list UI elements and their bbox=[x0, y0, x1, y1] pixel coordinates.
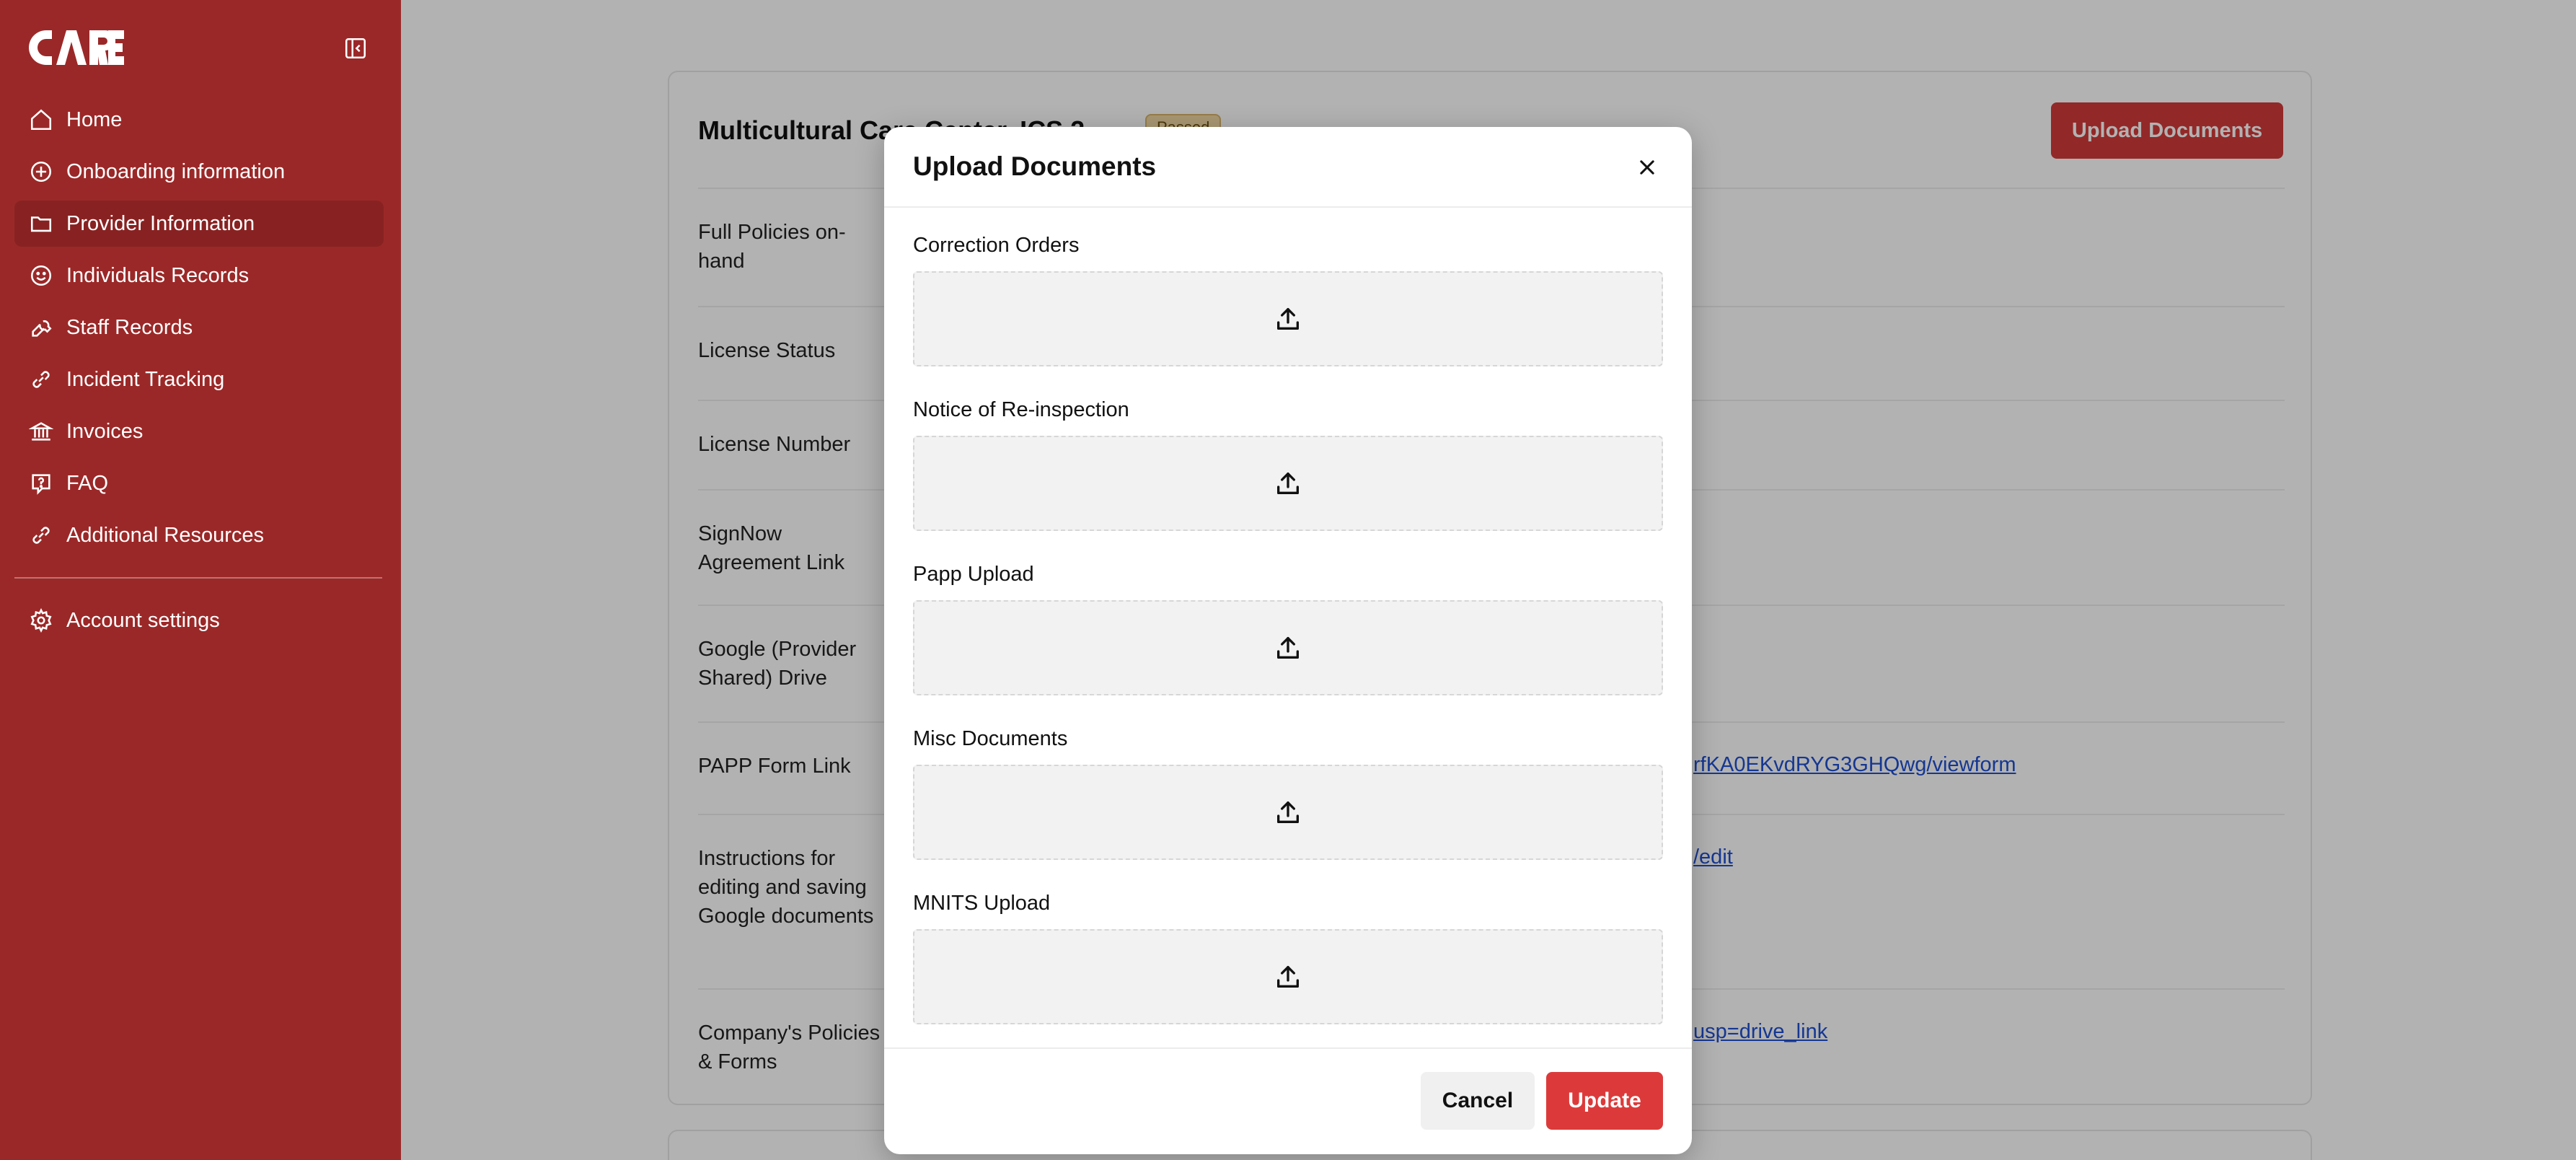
sidebar-item-label: Provider Information bbox=[66, 211, 255, 235]
modal-close-button[interactable] bbox=[1633, 153, 1662, 182]
cancel-button[interactable]: Cancel bbox=[1421, 1072, 1535, 1130]
upload-icon bbox=[1277, 637, 1299, 659]
sidebar-item-label: Individuals Records bbox=[66, 263, 250, 287]
upload-icon bbox=[1277, 473, 1299, 494]
upload-icon bbox=[1277, 801, 1299, 823]
field-label-notice-of-reinspection: Notice of Re-inspection bbox=[913, 398, 1129, 421]
home-icon bbox=[27, 106, 55, 133]
field-label-papp-upload: Papp Upload bbox=[913, 563, 1034, 586]
link-icon bbox=[27, 366, 55, 393]
sidebar-collapse-button[interactable] bbox=[342, 35, 369, 62]
sidebar-item-additional-resources[interactable]: Additional Resources bbox=[14, 512, 384, 558]
sidebar-divider bbox=[14, 577, 382, 579]
upload-documents-modal: Upload Documents Correction Orders Notic… bbox=[884, 127, 1692, 1154]
dropzone-correction-orders[interactable] bbox=[913, 271, 1663, 366]
modal-footer: Cancel Update bbox=[884, 1047, 1692, 1154]
sidebar-item-provider-information[interactable]: Provider Information bbox=[14, 201, 384, 247]
modal-title: Upload Documents bbox=[913, 151, 1157, 181]
wrench-icon bbox=[27, 314, 55, 341]
close-icon bbox=[1640, 160, 1654, 175]
sidebar-item-label: Incident Tracking bbox=[66, 367, 225, 391]
sidebar-item-staff-records[interactable]: Staff Records bbox=[14, 304, 384, 351]
upload-icon bbox=[1277, 308, 1299, 330]
sidebar-item-label: Additional Resources bbox=[66, 523, 265, 547]
smile-icon bbox=[27, 262, 55, 289]
care-logo[interactable] bbox=[27, 27, 124, 68]
sidebar-item-individuals-records[interactable]: Individuals Records bbox=[14, 252, 384, 299]
modal-header: Upload Documents bbox=[884, 127, 1692, 208]
link-icon bbox=[27, 522, 55, 549]
bank-icon bbox=[27, 418, 55, 445]
sidebar-item-invoices[interactable]: Invoices bbox=[14, 408, 384, 454]
sidebar-item-onboarding[interactable]: Onboarding information bbox=[14, 149, 384, 195]
sidebar-bottom-nav: Account settings bbox=[14, 597, 384, 649]
folder-icon bbox=[27, 210, 55, 237]
upload-icon bbox=[1277, 966, 1299, 988]
update-button[interactable]: Update bbox=[1546, 1072, 1663, 1130]
sidebar-item-account-settings[interactable]: Account settings bbox=[14, 597, 384, 643]
dropzone-notice-of-reinspection[interactable] bbox=[913, 436, 1663, 531]
dropzone-mnits-upload[interactable] bbox=[913, 929, 1663, 1024]
gear-icon bbox=[27, 607, 55, 634]
field-label-misc-documents: Misc Documents bbox=[913, 727, 1068, 750]
sidebar-item-home[interactable]: Home bbox=[14, 97, 384, 143]
sidebar-item-label: Account settings bbox=[66, 608, 220, 632]
sidebar-item-label: Invoices bbox=[66, 419, 144, 443]
dropzone-misc-documents[interactable] bbox=[913, 765, 1663, 860]
sidebar-item-label: Home bbox=[66, 107, 123, 131]
sidebar-item-incident-tracking[interactable]: Incident Tracking bbox=[14, 356, 384, 403]
field-label-correction-orders: Correction Orders bbox=[913, 234, 1080, 257]
sidebar-item-label: Onboarding information bbox=[66, 159, 286, 183]
sidebar-item-label: Staff Records bbox=[66, 315, 193, 339]
sidebar-item-faq[interactable]: FAQ bbox=[14, 460, 384, 506]
help-icon bbox=[27, 470, 55, 497]
sidebar-nav: Home Onboarding information Provider Inf… bbox=[14, 97, 384, 564]
sidebar: Home Onboarding information Provider Inf… bbox=[0, 0, 401, 1160]
field-label-mnits-upload: MNITS Upload bbox=[913, 892, 1051, 915]
plus-circle-icon bbox=[27, 158, 55, 185]
sidebar-item-label: FAQ bbox=[66, 471, 109, 495]
panel-collapse-icon bbox=[345, 38, 366, 59]
dropzone-papp-upload[interactable] bbox=[913, 600, 1663, 695]
